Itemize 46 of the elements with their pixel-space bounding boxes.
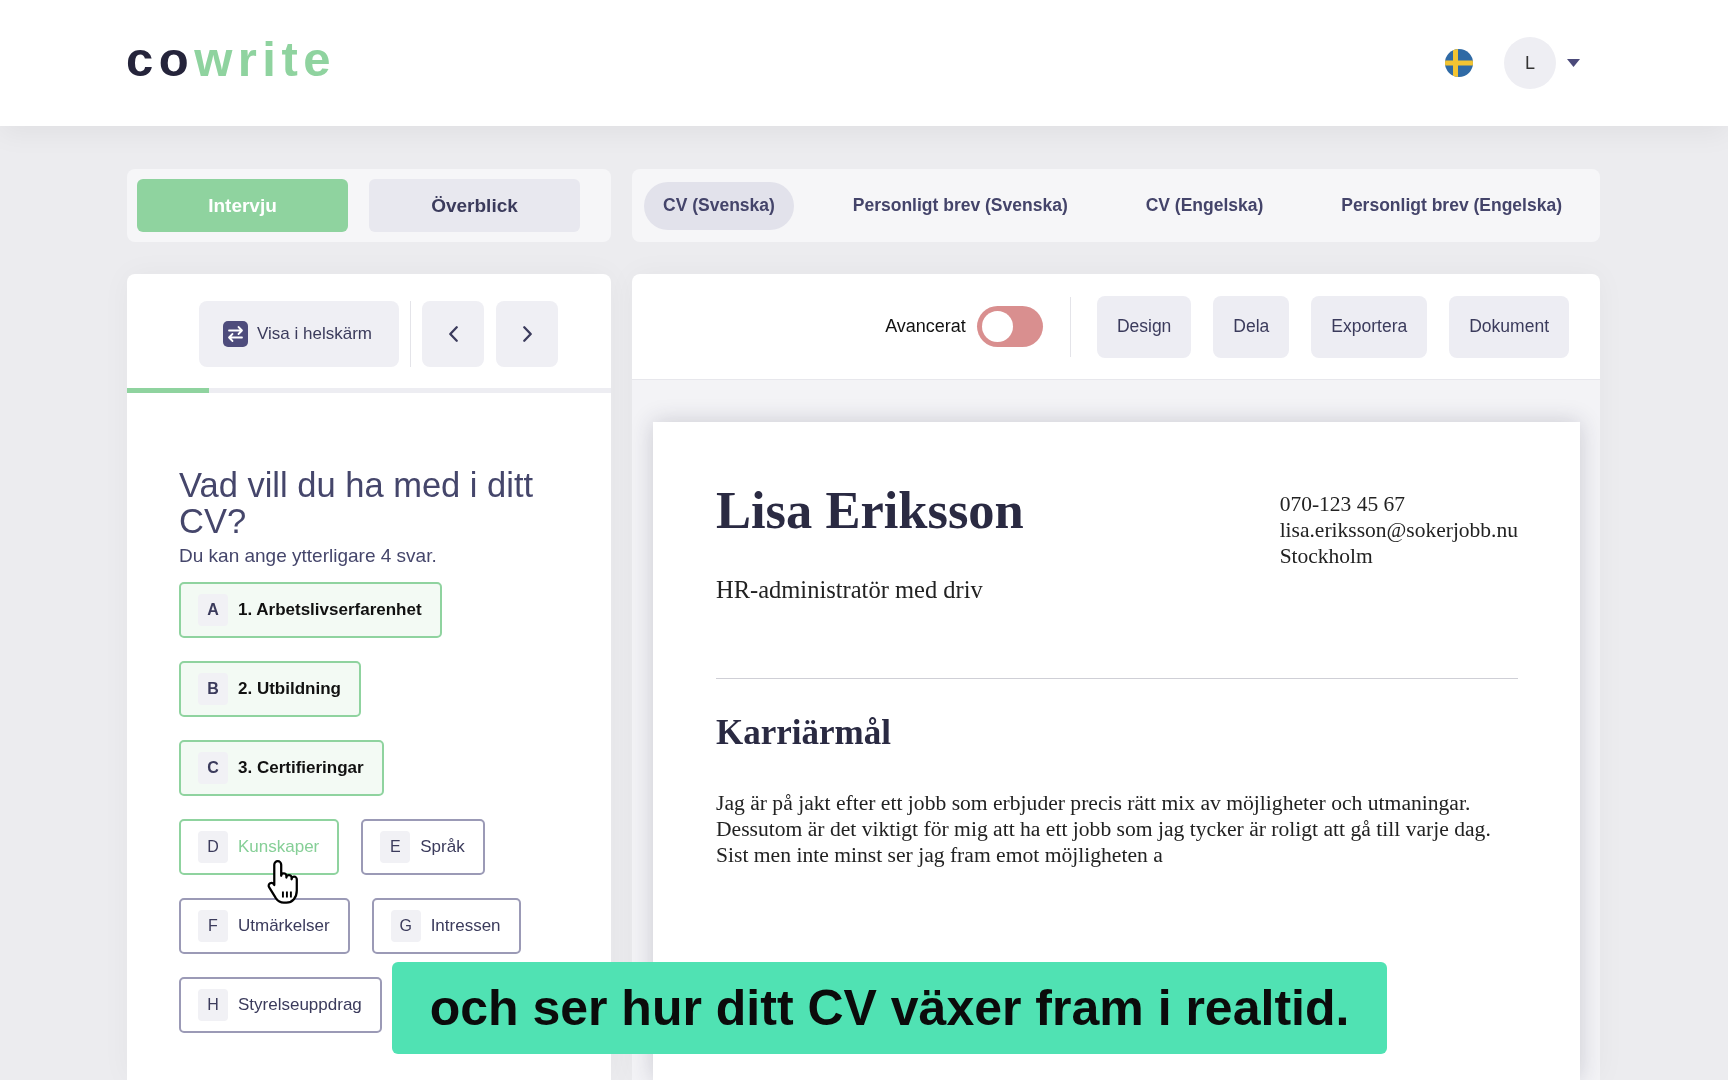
avatar-button[interactable]: L (1504, 37, 1556, 89)
flag-icon[interactable] (1445, 49, 1473, 77)
option-key: G (390, 910, 421, 942)
subtitle-caption: och ser hur ditt CV växer fram i realtid. (392, 962, 1387, 1054)
resume-headline: HR-administratör med driv (716, 575, 984, 605)
answer-option[interactable]: D Kunskaper (179, 819, 340, 875)
document-tab[interactable]: Personligt brev (Svenska) (833, 181, 1087, 230)
contact-line: Stockholm (1279, 543, 1373, 569)
toggle-label: Avancerat (885, 316, 966, 337)
option-key: A (198, 594, 228, 626)
answer-option[interactable]: G Intressen (371, 898, 521, 954)
question-hint: Du kan ange ytterligare 4 svar. (179, 544, 438, 568)
caret-icon[interactable] (1567, 59, 1580, 67)
option-key: F (198, 910, 228, 942)
chevron-left-icon (448, 326, 458, 342)
mode-tab[interactable]: Överblick (369, 179, 580, 232)
toolbar-button[interactable]: Dela (1213, 295, 1290, 358)
answer-option[interactable]: C 3. Certifieringar (179, 740, 384, 796)
option-key: H (198, 989, 228, 1021)
option-key: B (198, 673, 228, 705)
answer-option[interactable]: F Utmärkelser (179, 898, 350, 954)
document-tab[interactable]: Personligt brev (Engelska) (1322, 181, 1581, 230)
document-tab[interactable]: CV (Engelska) (1126, 181, 1283, 230)
document-tab[interactable]: CV (Svenska) (644, 181, 794, 230)
question-title: Vad vill du ha med i ditt CV? (179, 467, 535, 539)
answer-option[interactable]: E Språk (361, 819, 485, 875)
answer-option[interactable]: B 2. Utbildning (179, 661, 361, 717)
option-key: E (380, 831, 411, 863)
swap-arrows-icon (223, 321, 248, 347)
toolbar-button[interactable]: Dokument (1449, 295, 1569, 358)
section-text: Jag är på jakt efter ett jobb som erbjuder precis rätt mix av möjligheter och utmaningar. Dessutom är det viktigt för mig att ha ett jobb som jag tycker är roligt att gå till varje dag. Sist men inte minst ser jag fram emot möjligheten a (716, 790, 1492, 868)
toolbar-button[interactable]: Design (1096, 295, 1192, 358)
answer-option[interactable]: H Styrelseuppdrag (179, 977, 382, 1033)
section-heading: Karriärmål (716, 712, 892, 754)
contact-line: lisa.eriksson@sokerjobb.nu (1279, 517, 1518, 543)
fullscreen-button[interactable]: Visa i helskärm (199, 301, 399, 367)
resume-name: Lisa Eriksson (716, 480, 1024, 540)
chevron-right-icon (522, 326, 532, 342)
hand-cursor-icon (267, 860, 298, 904)
contact-line: 070-123 45 67 (1279, 491, 1406, 517)
option-key: C (198, 752, 228, 784)
toolbar-button[interactable]: Exportera (1311, 295, 1428, 358)
answer-option[interactable]: A 1. Arbetslivserfarenhet (179, 582, 442, 638)
logo: cowrite (126, 34, 337, 84)
toggle-switch[interactable] (976, 306, 1043, 347)
option-key: D (198, 831, 228, 863)
